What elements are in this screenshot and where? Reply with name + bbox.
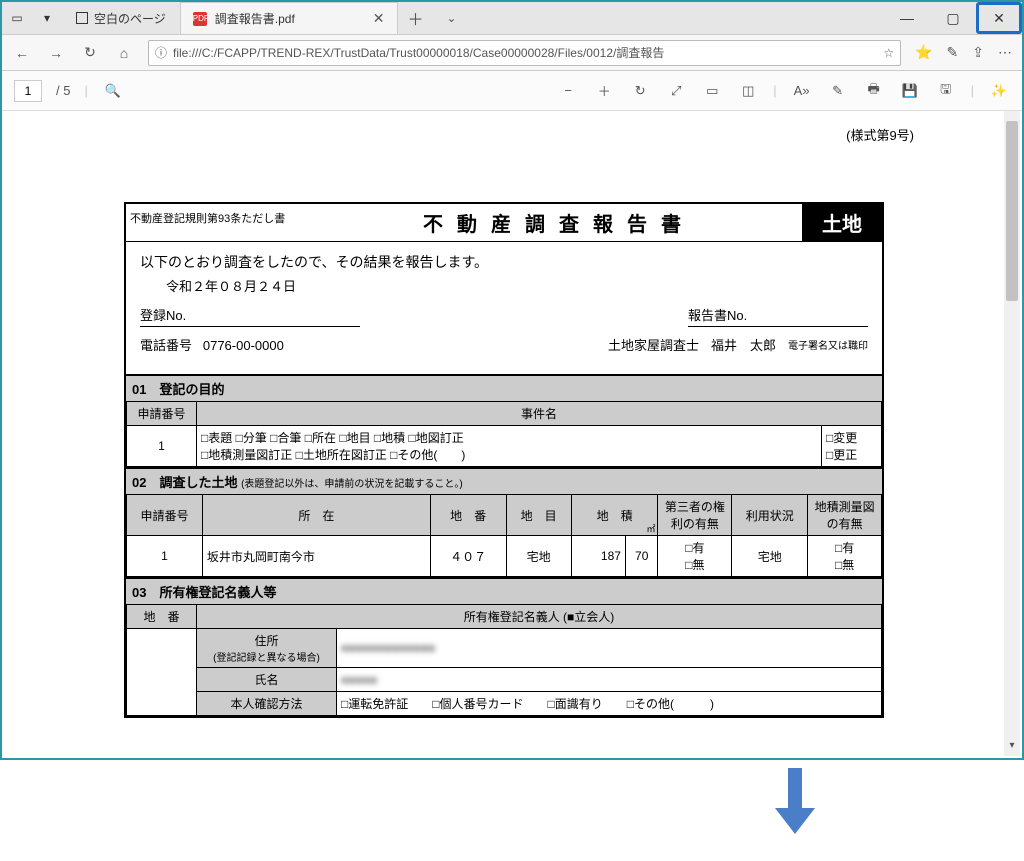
scroll-arrow-down-icon[interactable]: ▾ <box>1006 740 1018 754</box>
sec03-name-label: 氏名 <box>197 668 337 692</box>
sec02-h-landcat: 地 目 <box>506 495 571 536</box>
home-button[interactable]: ⌂ <box>114 45 134 61</box>
rotate-icon[interactable]: ↻ <box>629 83 651 99</box>
close-button[interactable]: ✕ <box>976 2 1022 34</box>
sec03-addr-note: (登記記録と異なる場合) <box>201 649 332 664</box>
sec03-addr-label: 住所 <box>201 632 332 649</box>
section-01-header: 01 登記の目的 <box>126 374 882 401</box>
sec03-name-value: ■■■■■ <box>337 668 882 692</box>
header-rule-note: 不動産登記規則第93条ただし書 <box>126 204 316 241</box>
tab-set-aside-icon[interactable]: ▾ <box>32 11 62 25</box>
tab-active-pdf[interactable]: PDF 調査報告書.pdf ✕ <box>181 2 398 34</box>
forward-button[interactable]: → <box>46 45 66 61</box>
section-02-header: 02 調査した土地 (表題登記以外は、申請前の状況を記載すること。) <box>126 467 882 494</box>
annotation-down-arrow <box>775 768 815 838</box>
sec03-lot-header: 地 番 <box>127 605 197 629</box>
sec02-h-lotno: 地 番 <box>430 495 506 536</box>
notes-icon[interactable]: ✎ <box>827 83 849 99</box>
sec01-checkboxes: □表題 □分筆 □合筆 □所在 □地目 □地積 □地図訂正 □地積測量図訂正 □… <box>197 426 822 467</box>
sec01-matter-header: 事件名 <box>197 402 882 426</box>
sec03-lot-cell <box>127 629 197 716</box>
maximize-button[interactable]: ▢ <box>930 2 976 34</box>
sec03-id-label: 本人確認方法 <box>197 692 337 716</box>
vertical-scrollbar[interactable]: ▾ <box>1004 111 1020 756</box>
page-number-input[interactable] <box>14 80 42 102</box>
address-bar: ← → ↻ ⌂ ⓘ file:///C:/FCAPP/TREND-REX/Tru… <box>2 35 1022 71</box>
intro-text: 以下のとおり調査をしたので、その結果を報告します。 <box>140 252 868 272</box>
section-03-header: 03 所有権登記名義人等 <box>126 577 882 604</box>
pdf-toolbar: / 5 | 🔍 − ＋ ↻ ⤢ ▭ ◫ | A» ✎ 🖶 💾 🖫 | ✨ <box>2 71 1022 111</box>
sec03-addr-value: ■■■■■■■■■■■■■ <box>337 629 882 668</box>
scroll-thumb[interactable] <box>1006 121 1018 301</box>
pdf-viewport[interactable]: ▾ (様式第9号) 不動産登記規則第93条ただし書 不動産調査報告書 土地 以下… <box>4 111 1020 756</box>
page-view-icon[interactable]: ▭ <box>701 83 723 99</box>
titlebar: ▭ ▾ 空白のページ PDF 調査報告書.pdf ✕ ＋ ⌄ — ▢ ✕ <box>2 2 1022 35</box>
document-title: 不動産調査報告書 <box>316 204 802 241</box>
search-icon[interactable]: 🔍 <box>102 83 124 99</box>
sec01-correct: □更正 <box>826 446 877 463</box>
url-input[interactable]: ⓘ file:///C:/FCAPP/TREND-REX/TrustData/T… <box>148 40 901 66</box>
favorite-icon[interactable]: ☆ <box>883 46 894 60</box>
form-number-note: (様式第9号) <box>34 121 974 152</box>
sec03-id-options: □運転免許証 □個人番号カード □面識有り □その他( ) <box>337 692 882 716</box>
fit-page-icon[interactable]: ⤢ <box>665 83 687 99</box>
back-button[interactable]: ← <box>12 45 32 61</box>
sec02-h-usage: 利用状況 <box>732 495 808 536</box>
sec02-row: 1 坂井市丸岡町南今市 ４０７ 宅地 187 70 □有 □無 宅地 □有 □無 <box>127 536 882 577</box>
document-page: (様式第9号) 不動産登記規則第93条ただし書 不動産調査報告書 土地 以下のと… <box>34 121 974 718</box>
signature-note: 電子署名又は職印 <box>788 337 868 352</box>
save-as-icon[interactable]: 🖫 <box>935 80 957 102</box>
sec01-appno: 1 <box>127 426 197 467</box>
report-no-label: 報告書No. <box>688 308 747 323</box>
land-badge: 土地 <box>802 204 882 241</box>
sec02-h-location: 所 在 <box>202 495 430 536</box>
surveyor-role: 土地家屋調査士 <box>608 335 699 354</box>
save-icon[interactable]: 💾 <box>899 83 921 99</box>
url-text: file:///C:/FCAPP/TREND-REX/TrustData/Tru… <box>173 44 877 61</box>
settings-icon[interactable]: ⋯ <box>998 44 1012 61</box>
tab-active-label: 調査報告書.pdf <box>215 10 295 27</box>
tel-value: 0776-00-0000 <box>203 338 284 353</box>
sec02-h-thirdparty: 第三者の権利の有無 <box>658 495 732 536</box>
surveyor-name: 福井 太郎 <box>711 335 776 354</box>
sec01-appno-header: 申請番号 <box>127 402 197 426</box>
zoom-out-icon[interactable]: − <box>557 83 579 98</box>
pdf-icon: PDF <box>193 12 207 26</box>
zoom-in-icon[interactable]: ＋ <box>593 81 615 100</box>
sec02-h-surveymap: 地積測量図の有無 <box>808 495 882 536</box>
reading-list-icon[interactable]: ✎ <box>947 44 959 61</box>
tabs-menu-button[interactable]: ⌄ <box>434 2 470 34</box>
tab-close-icon[interactable]: ✕ <box>373 10 385 27</box>
share-icon[interactable]: ⇪ <box>972 44 984 61</box>
new-tab-button[interactable]: ＋ <box>398 2 434 34</box>
minimize-button[interactable]: — <box>884 2 930 34</box>
read-aloud-icon[interactable]: A» <box>791 83 813 98</box>
tab-blank-page[interactable]: 空白のページ <box>62 2 181 34</box>
sec02-h-area: 地 積 ㎡ <box>571 495 658 536</box>
favorites-bar-icon[interactable]: ⭐ <box>915 44 932 61</box>
print-icon[interactable]: 🖶 <box>863 80 885 102</box>
sec03-owner-header: 所有権登記名義人 (■立会人) <box>197 605 882 629</box>
blank-page-icon <box>76 12 88 24</box>
tel-label: 電話番号 <box>140 338 192 353</box>
registration-no-label: 登録No. <box>140 308 186 323</box>
sec01-change: □変更 <box>826 429 877 446</box>
app-icon: ▭ <box>2 11 32 25</box>
refresh-button[interactable]: ↻ <box>80 44 100 61</box>
report-date: 令和２年０８月２４日 <box>166 276 868 295</box>
tab-inactive-label: 空白のページ <box>94 10 166 27</box>
pin-icon[interactable]: ✨ <box>988 83 1010 99</box>
page-total: / 5 <box>56 83 70 98</box>
sec02-h-appno: 申請番号 <box>127 495 203 536</box>
two-page-icon[interactable]: ◫ <box>737 83 759 99</box>
info-icon: ⓘ <box>155 44 167 61</box>
